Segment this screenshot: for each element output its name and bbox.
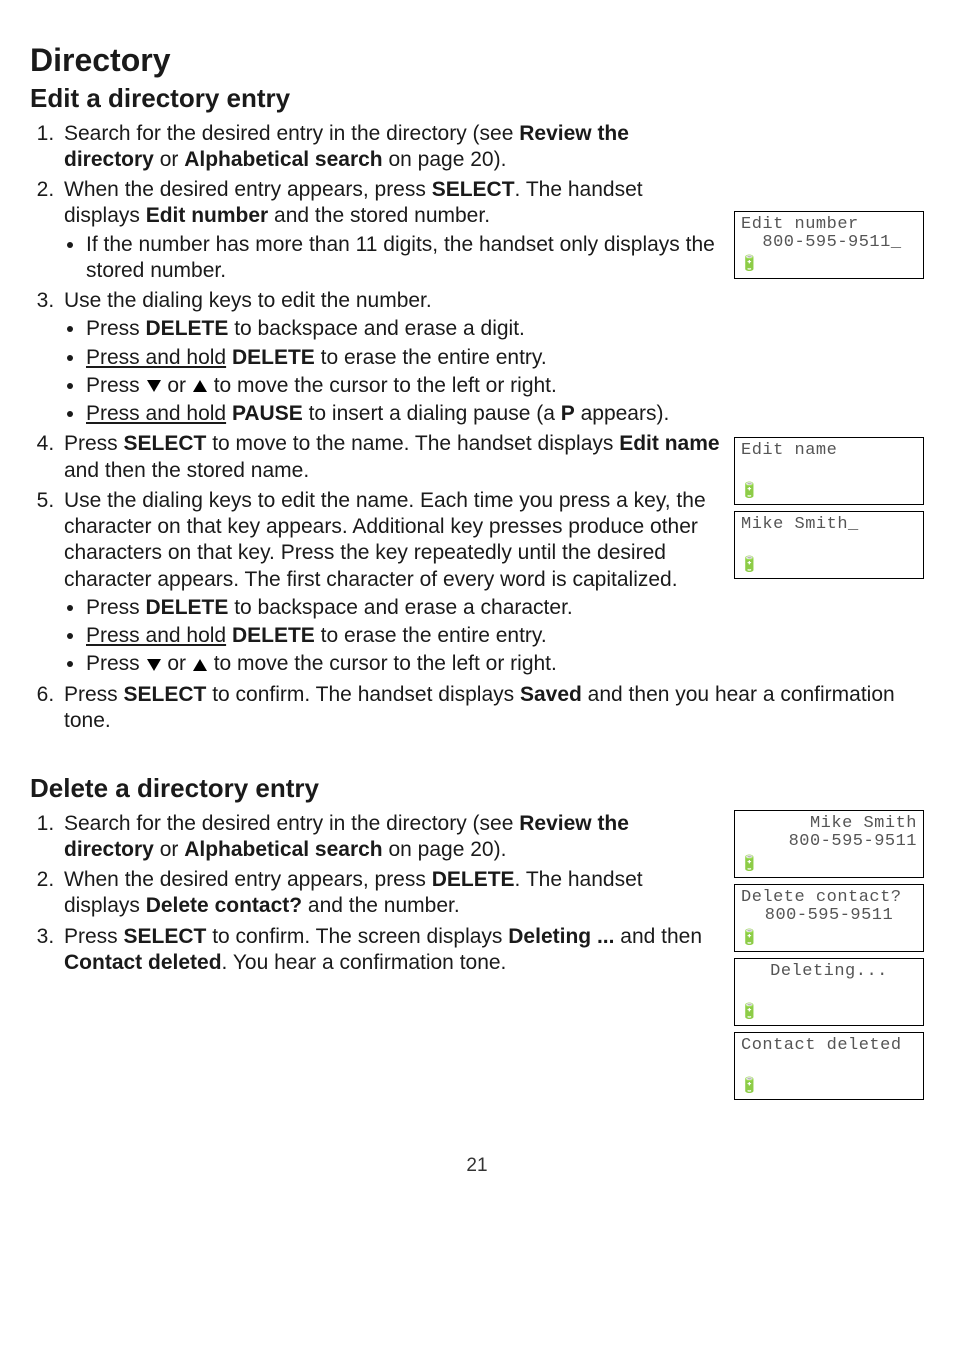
down-triangle-icon [147, 659, 161, 671]
lcd-contact-deleted: Contact deleted 🔋 [734, 1032, 924, 1100]
lcd-line-2 [741, 534, 917, 552]
lcd-line-1: Edit name [741, 442, 917, 460]
lcd-line-1: Delete contact? [741, 889, 917, 907]
battery-icon: 🔋 [740, 558, 759, 575]
battery-icon: 🔋 [740, 931, 759, 948]
lcd-line-1: Deleting... [741, 963, 917, 981]
step-3-sub-2: Press and hold DELETE to erase the entir… [86, 345, 924, 371]
step-3-sub-1: Press DELETE to backspace and erase a di… [86, 316, 924, 342]
lcd-delete-contact: Delete contact? 800-595-9511 🔋 [734, 884, 924, 952]
lcd-line-2 [741, 460, 917, 478]
lcd-line-1: Edit number [741, 216, 917, 234]
step-3-sub-3: Press or to move the cursor to the left … [86, 373, 924, 399]
lcd-contact: Mike Smith 800-595-9511 🔋 [734, 810, 924, 878]
lcd-line-2 [741, 1055, 917, 1073]
lcd-line-1: Mike Smith_ [741, 516, 917, 534]
lcd-deleting: Deleting... 🔋 [734, 958, 924, 1026]
lcd-line-1: Contact deleted [741, 1037, 917, 1055]
lcd-line-1: Mike Smith [741, 815, 917, 833]
up-triangle-icon [193, 659, 207, 671]
step-5-sub-1: Press DELETE to backspace and erase a ch… [86, 595, 924, 621]
down-triangle-icon [147, 380, 161, 392]
battery-icon: 🔋 [740, 484, 759, 501]
battery-icon: 🔋 [740, 1079, 759, 1096]
up-triangle-icon [193, 380, 207, 392]
lcd-line-2: 800-595-9511 [741, 907, 917, 925]
lcd-edit-name: Edit name 🔋 [734, 437, 924, 505]
battery-icon: 🔋 [740, 857, 759, 874]
lcd-line-2 [741, 981, 917, 999]
battery-icon: 🔋 [740, 1005, 759, 1022]
lcd-edit-number: Edit number 800-595-9511_ 🔋 [734, 211, 924, 279]
page-number: 21 [30, 1154, 924, 1178]
step-5-sub-2: Press and hold DELETE to erase the entir… [86, 623, 924, 649]
step-1: Search for the desired entry in the dire… [60, 121, 924, 174]
section-delete-heading: Delete a directory entry [30, 772, 924, 805]
step-3: Use the dialing keys to edit the number.… [60, 288, 924, 427]
lcd-line-2: 800-595-9511 [741, 833, 917, 851]
page-title: Directory [30, 40, 924, 80]
step-3-sub-4: Press and hold PAUSE to insert a dialing… [86, 401, 924, 427]
step-5-sub-3: Press or to move the cursor to the left … [86, 651, 924, 677]
section-edit-heading: Edit a directory entry [30, 82, 924, 115]
step-6: Press SELECT to confirm. The handset dis… [60, 682, 924, 735]
lcd-line-2: 800-595-9511_ [741, 234, 917, 252]
lcd-mike-smith: Mike Smith_ 🔋 [734, 511, 924, 579]
battery-icon: 🔋 [740, 257, 759, 274]
